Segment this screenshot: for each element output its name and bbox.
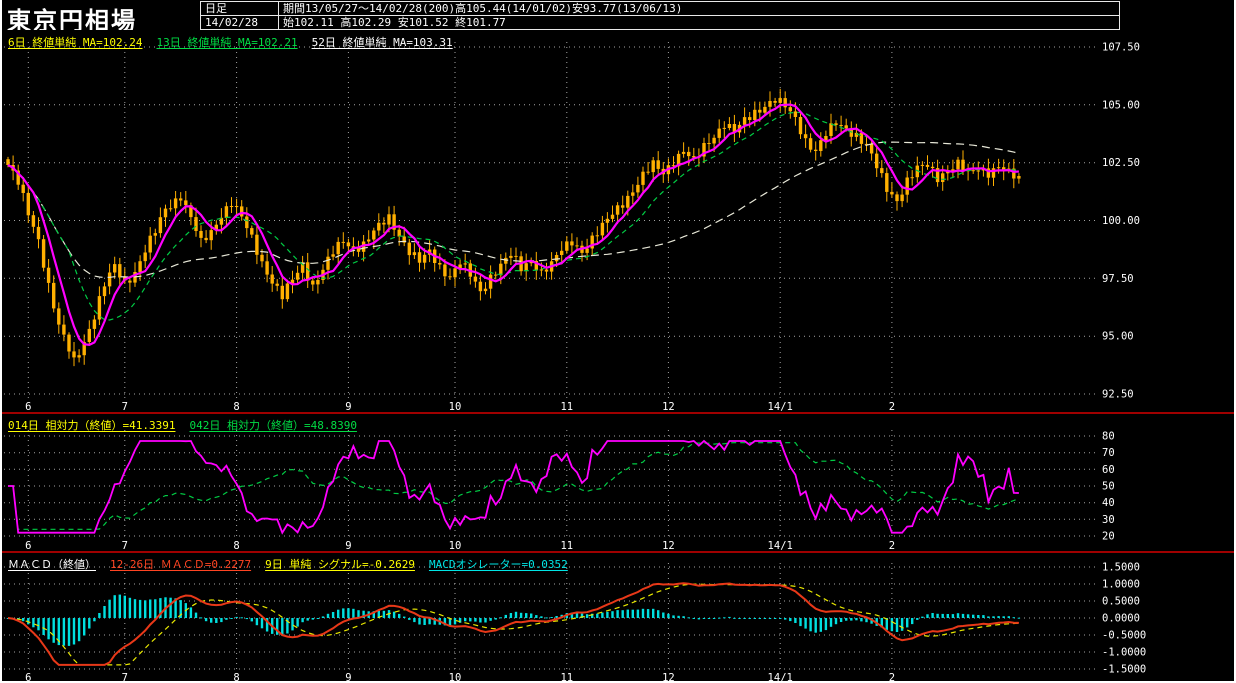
svg-text:12: 12 [662, 401, 675, 412]
window-border-left [0, 0, 2, 683]
svg-text:6: 6 [25, 540, 31, 551]
svg-text:0.5000: 0.5000 [1102, 596, 1140, 608]
macd-chart-canvas[interactable]: 1.5000 1.0000 0.5000 0.0000 -0.5000 -1.0000 -1… [0, 553, 1236, 683]
svg-text:-1.0000: -1.0000 [1102, 647, 1146, 659]
svg-text:9: 9 [345, 401, 351, 412]
svg-text:60: 60 [1102, 464, 1115, 476]
svg-text:92.50: 92.50 [1102, 389, 1134, 401]
macd-legend: ＭＡＣＤ（終値） 12-26日 ＭＡＣＤ=0.2277 9日 単純 シグナル=-… [8, 556, 568, 572]
svg-text:105.00: 105.00 [1102, 99, 1140, 111]
svg-text:10: 10 [449, 540, 462, 551]
svg-text:70: 70 [1102, 447, 1115, 459]
legend-ma6: 6日 終値単純 MA=102.24 [8, 36, 143, 49]
price-panel[interactable]: 107.50 105.00 102.50 100.00 97.50 95.00 92.50 6… [0, 30, 1236, 412]
title-bar: 東京円相場 日足 期間13/05/27～14/02/28(200)高105.44… [0, 0, 1236, 35]
legend-signal: 9日 単純 シグナル=-0.2629 [265, 558, 415, 571]
svg-text:40: 40 [1102, 497, 1115, 509]
svg-text:50: 50 [1102, 481, 1115, 493]
rsi-chart-canvas[interactable]: 80 70 60 50 40 30 20 6 7 8 9 10 11 12 14/1 2 [0, 414, 1236, 551]
svg-text:100.00: 100.00 [1102, 215, 1140, 227]
svg-text:11: 11 [560, 401, 573, 412]
svg-text:20: 20 [1102, 531, 1115, 543]
rsi-legend: 014日 相対力（終値）=41.3391 042日 相対力（終値）=48.839… [8, 417, 357, 433]
ohlc-summary: 始102.11 高102.29 安101.52 終101.77 [283, 16, 506, 29]
svg-text:14/1: 14/1 [768, 540, 793, 551]
svg-text:2: 2 [889, 540, 895, 551]
svg-text:9: 9 [345, 540, 351, 551]
rsi-panel[interactable]: 80 70 60 50 40 30 20 6 7 8 9 10 11 12 14/1 2 014日 相対力（終… [0, 414, 1236, 551]
chart-info-box: 日足 期間13/05/27～14/02/28(200)高105.44(14/01… [200, 1, 1120, 30]
panel-separator [0, 412, 1236, 414]
legend-ma52: 52日 終値単純 MA=103.31 [311, 36, 453, 49]
legend-rsi42: 042日 相対力（終値）=48.8390 [189, 419, 357, 432]
svg-text:95.00: 95.00 [1102, 331, 1134, 343]
svg-text:30: 30 [1102, 514, 1115, 526]
svg-text:80: 80 [1102, 431, 1115, 443]
chart-window: 東京円相場 日足 期間13/05/27～14/02/28(200)高105.44… [0, 0, 1236, 683]
svg-text:-0.5000: -0.5000 [1102, 630, 1146, 642]
period-summary: 期間13/05/27～14/02/28(200)高105.44(14/01/02… [279, 2, 1119, 16]
svg-text:10: 10 [449, 401, 462, 412]
svg-text:14/1: 14/1 [768, 401, 793, 412]
price-legend: 6日 終値単純 MA=102.24 13日 終値単純 MA=102.21 52日… [8, 34, 453, 50]
date-cell: 14/02/28 [201, 16, 279, 29]
legend-oscillator: MACDオシレーター=0.0352 [428, 558, 568, 571]
legend-rsi14: 014日 相対力（終値）=41.3391 [8, 419, 176, 432]
svg-text:97.50: 97.50 [1102, 273, 1134, 285]
svg-text:0.0000: 0.0000 [1102, 613, 1140, 625]
svg-text:1.0000: 1.0000 [1102, 579, 1140, 591]
svg-text:-1.5000: -1.5000 [1102, 664, 1146, 676]
legend-macd-value: 12-26日 ＭＡＣＤ=0.2277 [110, 558, 252, 571]
price-chart-canvas[interactable]: 107.50 105.00 102.50 100.00 97.50 95.00 92.50 6… [0, 30, 1236, 412]
svg-text:102.50: 102.50 [1102, 157, 1140, 169]
svg-text:1.5000: 1.5000 [1102, 562, 1140, 574]
svg-text:6: 6 [25, 401, 31, 412]
legend-ma13: 13日 終値単純 MA=102.21 [156, 36, 298, 49]
svg-text:7: 7 [122, 401, 128, 412]
svg-text:12: 12 [662, 540, 675, 551]
panel-separator [0, 551, 1236, 553]
svg-text:107.50: 107.50 [1102, 42, 1140, 54]
macd-panel[interactable]: 1.5000 1.0000 0.5000 0.0000 -0.5000 -1.0000 -1… [0, 553, 1236, 683]
svg-text:7: 7 [122, 540, 128, 551]
svg-text:2: 2 [889, 401, 895, 412]
svg-text:11: 11 [560, 540, 573, 551]
svg-text:8: 8 [233, 401, 239, 412]
timeframe-cell: 日足 [201, 2, 279, 16]
svg-text:8: 8 [233, 540, 239, 551]
legend-macd-title: ＭＡＣＤ（終値） [8, 558, 96, 571]
